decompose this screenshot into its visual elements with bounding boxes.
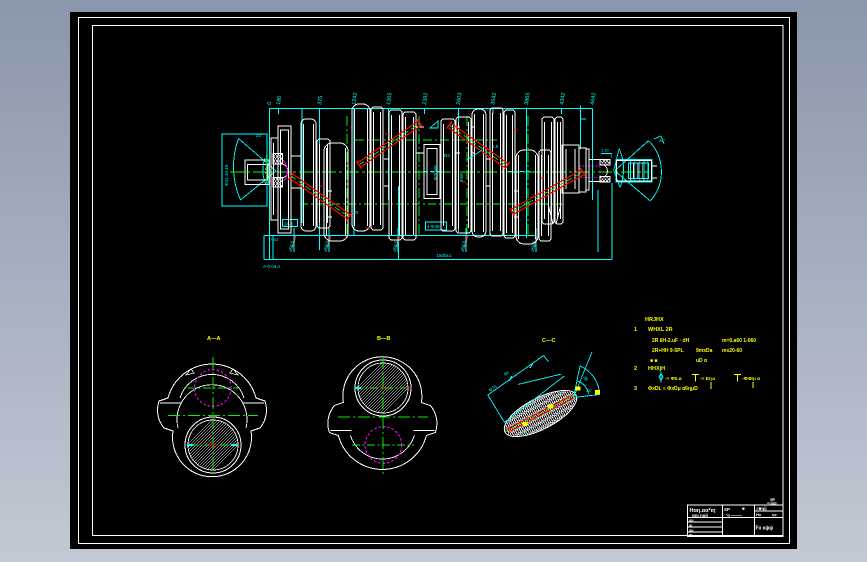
svg-text:A—A: A—A bbox=[207, 336, 220, 342]
svg-text:ΦxDL ≡ ΦxDμ α6ημD: ΦxDL ≡ ΦxDμ α6ημD bbox=[648, 386, 698, 392]
svg-text:HHXjH: HHXjH bbox=[648, 366, 665, 372]
svg-text:9mxDa: 9mxDa bbox=[696, 348, 713, 354]
svg-text:ηιι: ηιι bbox=[772, 512, 777, 517]
svg-text:30: 30 bbox=[353, 210, 359, 215]
svg-text:C—C: C—C bbox=[542, 338, 555, 344]
svg-text:Fιι κψψ: Fιι κψψ bbox=[756, 526, 774, 532]
svg-text:2R+HH 9-5PL: 2R+HH 9-5PL bbox=[652, 348, 684, 354]
svg-text:αι: αι bbox=[689, 533, 692, 537]
svg-text:αιι: αιι bbox=[689, 519, 693, 523]
svg-text:-Φι8ηι α: -Φι8ηι α bbox=[742, 376, 760, 382]
svg-text:Φ70m6: Φ70m6 bbox=[433, 165, 438, 180]
svg-text:≡■ηĳ: ≡■ηĳ bbox=[756, 506, 767, 511]
svg-text:ηβι: ηβι bbox=[770, 498, 775, 502]
svg-text:R3: R3 bbox=[444, 153, 450, 158]
svg-text:WHXL 2R: WHXL 2R bbox=[648, 327, 673, 333]
svg-text:1:10: 1:10 bbox=[601, 148, 610, 153]
svg-text:mx20-60: mx20-60 bbox=[722, 348, 742, 354]
svg-text:30°: 30° bbox=[659, 138, 665, 143]
svg-text:Hιι: Hιι bbox=[756, 512, 761, 517]
svg-text:2R 6H-2.uF · dH: 2R 6H-2.uF · dH bbox=[652, 338, 690, 344]
svg-text:45°: 45° bbox=[586, 388, 592, 393]
svg-text:375: 375 bbox=[317, 95, 324, 105]
svg-text:■: ■ bbox=[742, 506, 745, 511]
svg-text:SP: SP bbox=[724, 507, 730, 512]
svg-text:HRJHX: HRJHX bbox=[645, 317, 664, 323]
svg-text:1: 1 bbox=[634, 327, 637, 333]
svg-text:0.5: 0.5 bbox=[513, 127, 519, 132]
svg-text:-≡ Φ0.α: -≡ Φ0.α bbox=[665, 376, 682, 382]
svg-text:7x03: 7x03 bbox=[270, 238, 278, 242]
svg-text:4-Φ48: 4-Φ48 bbox=[427, 224, 440, 229]
svg-text:αιι: αιι bbox=[689, 529, 693, 533]
svg-text:12: 12 bbox=[550, 408, 555, 413]
svg-text:αηι ηαĳ: αηι ηαĳ bbox=[692, 513, 709, 518]
svg-text:180: 180 bbox=[276, 95, 283, 105]
svg-text:1.5: 1.5 bbox=[492, 144, 499, 149]
svg-text:■ ■: ■ ■ bbox=[650, 358, 657, 364]
svg-text:-≡ Eηɹι: -≡ Eηɹι bbox=[700, 376, 716, 382]
svg-text:m=0.a60 1-060: m=0.a60 1-060 bbox=[722, 338, 756, 344]
svg-text:2: 2 bbox=[634, 366, 637, 372]
svg-text:Φ41.16:10: Φ41.16:10 bbox=[224, 164, 229, 186]
svg-text:B—B: B—B bbox=[377, 336, 390, 342]
svg-text:*α: *α bbox=[726, 513, 731, 518]
svg-text:αι: αι bbox=[689, 524, 692, 528]
svg-text:uD α: uD α bbox=[696, 358, 708, 364]
svg-text:1500±1: 1500±1 bbox=[437, 253, 452, 258]
svg-text:Φ58: Φ58 bbox=[459, 173, 464, 182]
svg-text:A-0.04 A: A-0.04 A bbox=[263, 264, 280, 269]
svg-text:3: 3 bbox=[634, 386, 637, 392]
svg-text:20°: 20° bbox=[256, 133, 263, 138]
